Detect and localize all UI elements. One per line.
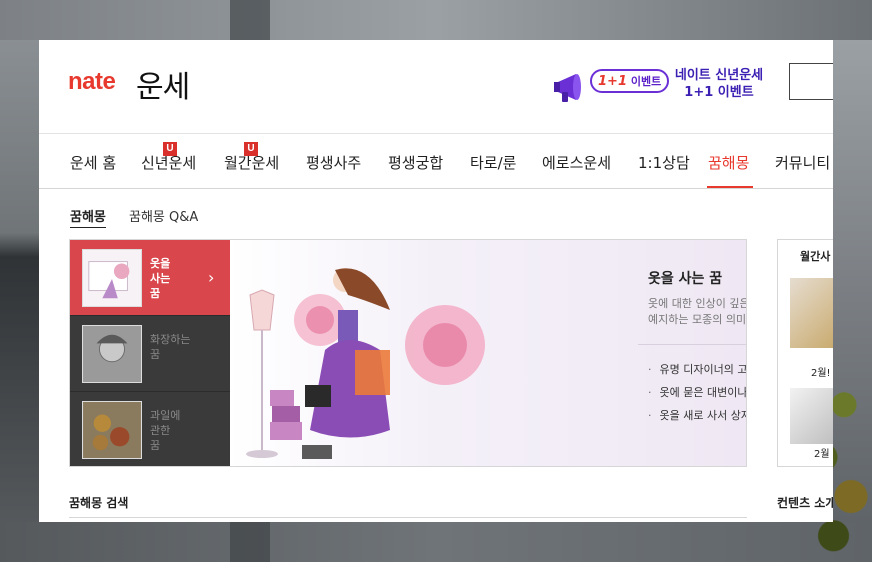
feature-panel: 옷을 사는 꿈 › 화장하는 꿈 과일에 관한 꿈 옷을 사는 꿈 옷에 대한 … bbox=[69, 239, 747, 467]
promo-line2: 1+1 이벤트 bbox=[684, 85, 754, 100]
nav-item-home[interactable]: 운세 홈 bbox=[70, 152, 116, 173]
nav-item-label: 꿈해몽 bbox=[708, 154, 750, 172]
megaphone-icon bbox=[554, 74, 581, 102]
tab-buy-clothes[interactable]: 옷을 사는 꿈 › bbox=[70, 240, 230, 316]
tab-makeup[interactable]: 화장하는 꿈 bbox=[70, 316, 230, 392]
list-item[interactable]: 옷을 새로 사서 상자에... bbox=[648, 404, 747, 427]
nav-item-label: 신년운세 bbox=[141, 154, 197, 172]
nate-logo[interactable]: nate bbox=[68, 68, 116, 96]
feature-list: 유명 디자이너의 고급 ... 옷에 묻은 대변이나 소... 옷을 새로 사서… bbox=[648, 358, 747, 427]
fortune-image-1[interactable] bbox=[790, 278, 833, 348]
subnav-dream-qa[interactable]: 꿈해몽 Q&A bbox=[129, 206, 198, 225]
nav-item-label: 운세 홈 bbox=[70, 154, 117, 172]
promo-line1: 네이트 신년운세 bbox=[674, 68, 764, 83]
promo-badge: 1+1 이벤트 bbox=[590, 69, 670, 93]
nav-item-label: 커뮤니티 bbox=[775, 154, 831, 172]
nav-item-gunghap[interactable]: 평생궁합 bbox=[388, 152, 443, 173]
nav-item-dream[interactable]: 꿈해몽 bbox=[708, 152, 749, 173]
subnav-dream[interactable]: 꿈해몽 bbox=[70, 206, 106, 228]
nav-item-community[interactable]: 커뮤니티 bbox=[775, 152, 830, 173]
tab-fruit[interactable]: 과일에 관한 꿈 bbox=[70, 392, 230, 466]
background-left bbox=[0, 40, 39, 522]
nav-item-label: 평생사주 bbox=[306, 154, 362, 172]
nav-item-newyear[interactable]: U 신년운세 bbox=[141, 142, 197, 173]
tab-label: 과일에 관한 꿈 bbox=[150, 409, 181, 452]
update-badge: U bbox=[163, 142, 177, 156]
promo-badge-number: 1+1 bbox=[598, 74, 627, 89]
monthly-fortune-title: 월간사 bbox=[800, 250, 831, 263]
fortune-caption-2[interactable]: 2월 bbox=[814, 445, 830, 460]
nav-item-eros[interactable]: 에로스운세 bbox=[542, 152, 611, 173]
promo-badge-text: 이벤트 bbox=[630, 75, 662, 88]
makeup-thumbnail bbox=[82, 325, 142, 383]
promo-text: 네이트 신년운세 1+1 이벤트 bbox=[664, 67, 774, 101]
dream-search-title: 꿈해몽 검색 bbox=[69, 496, 129, 510]
contents-intro-title: 컨텐츠 소개 bbox=[777, 496, 833, 510]
nav-item-label: 에로스운세 bbox=[542, 154, 612, 172]
service-title[interactable]: 운세 bbox=[136, 62, 190, 106]
site-header: nate 운세 1+1 이벤트 네이트 신년운세 1+1 이벤트 bbox=[39, 40, 833, 134]
feature-illustration: 옷을 사는 꿈 옷에 대한 인상이 깊은 것은 반드시 미래를 예지하는 모종의… bbox=[230, 240, 747, 466]
content-divider bbox=[638, 344, 746, 345]
nav-item-label: 월간운세 bbox=[224, 154, 280, 172]
nav-item-label: 평생궁합 bbox=[388, 154, 444, 172]
list-item[interactable]: 옷에 묻은 대변이나 소... bbox=[648, 381, 747, 404]
section-divider bbox=[69, 517, 747, 518]
tab-label: 화장하는 꿈 bbox=[150, 333, 191, 361]
chevron-right-icon: › bbox=[208, 268, 215, 287]
nav-item-consult[interactable]: 1:1상담 bbox=[638, 152, 690, 173]
feature-content: 옷을 사는 꿈 옷에 대한 인상이 깊은 것은 반드시 미래를 예지하는 모종의… bbox=[638, 268, 747, 422]
tab-label: 옷을 사는 꿈 bbox=[150, 257, 171, 300]
nav-item-monthly[interactable]: U 월간운세 bbox=[224, 142, 280, 173]
feature-description: 옷에 대한 인상이 깊은 것은 반드시 미래를 예지하는 모종의 의미입니다 bbox=[648, 297, 747, 326]
fruit-thumbnail bbox=[82, 401, 142, 459]
nav-item-saju[interactable]: 평생사주 bbox=[306, 152, 361, 173]
main-nav: 운세 홈 U 신년운세 U 월간운세 평생사주 평생궁합 타로/룬 에로스운세 … bbox=[39, 134, 833, 189]
update-badge: U bbox=[244, 142, 258, 156]
clothes-thumbnail bbox=[82, 249, 142, 307]
feature-tabs: 옷을 사는 꿈 › 화장하는 꿈 과일에 관한 꿈 bbox=[70, 240, 230, 466]
fortune-image-2[interactable] bbox=[790, 388, 833, 444]
monthly-fortune-box: 월간사 2월! 2월 bbox=[777, 239, 833, 467]
nav-active-indicator bbox=[707, 186, 753, 188]
browser-window: nate 운세 1+1 이벤트 네이트 신년운세 1+1 이벤트 운세 홈 U … bbox=[39, 40, 833, 522]
background-top bbox=[0, 0, 872, 40]
fortune-caption-1[interactable]: 2월! bbox=[811, 364, 831, 379]
background-bottom bbox=[0, 522, 872, 562]
list-item[interactable]: 유명 디자이너의 고급 ... bbox=[648, 358, 747, 381]
nav-item-label: 1:1상담 bbox=[638, 154, 690, 172]
search-input[interactable] bbox=[789, 63, 833, 100]
feature-title[interactable]: 옷을 사는 꿈 bbox=[648, 268, 746, 288]
shopping-woman-illustration bbox=[246, 268, 485, 459]
nav-item-label: 타로/룬 bbox=[470, 154, 517, 172]
promo-banner[interactable]: 1+1 이벤트 네이트 신년운세 1+1 이벤트 bbox=[554, 62, 764, 110]
nav-item-tarot[interactable]: 타로/룬 bbox=[470, 152, 516, 173]
